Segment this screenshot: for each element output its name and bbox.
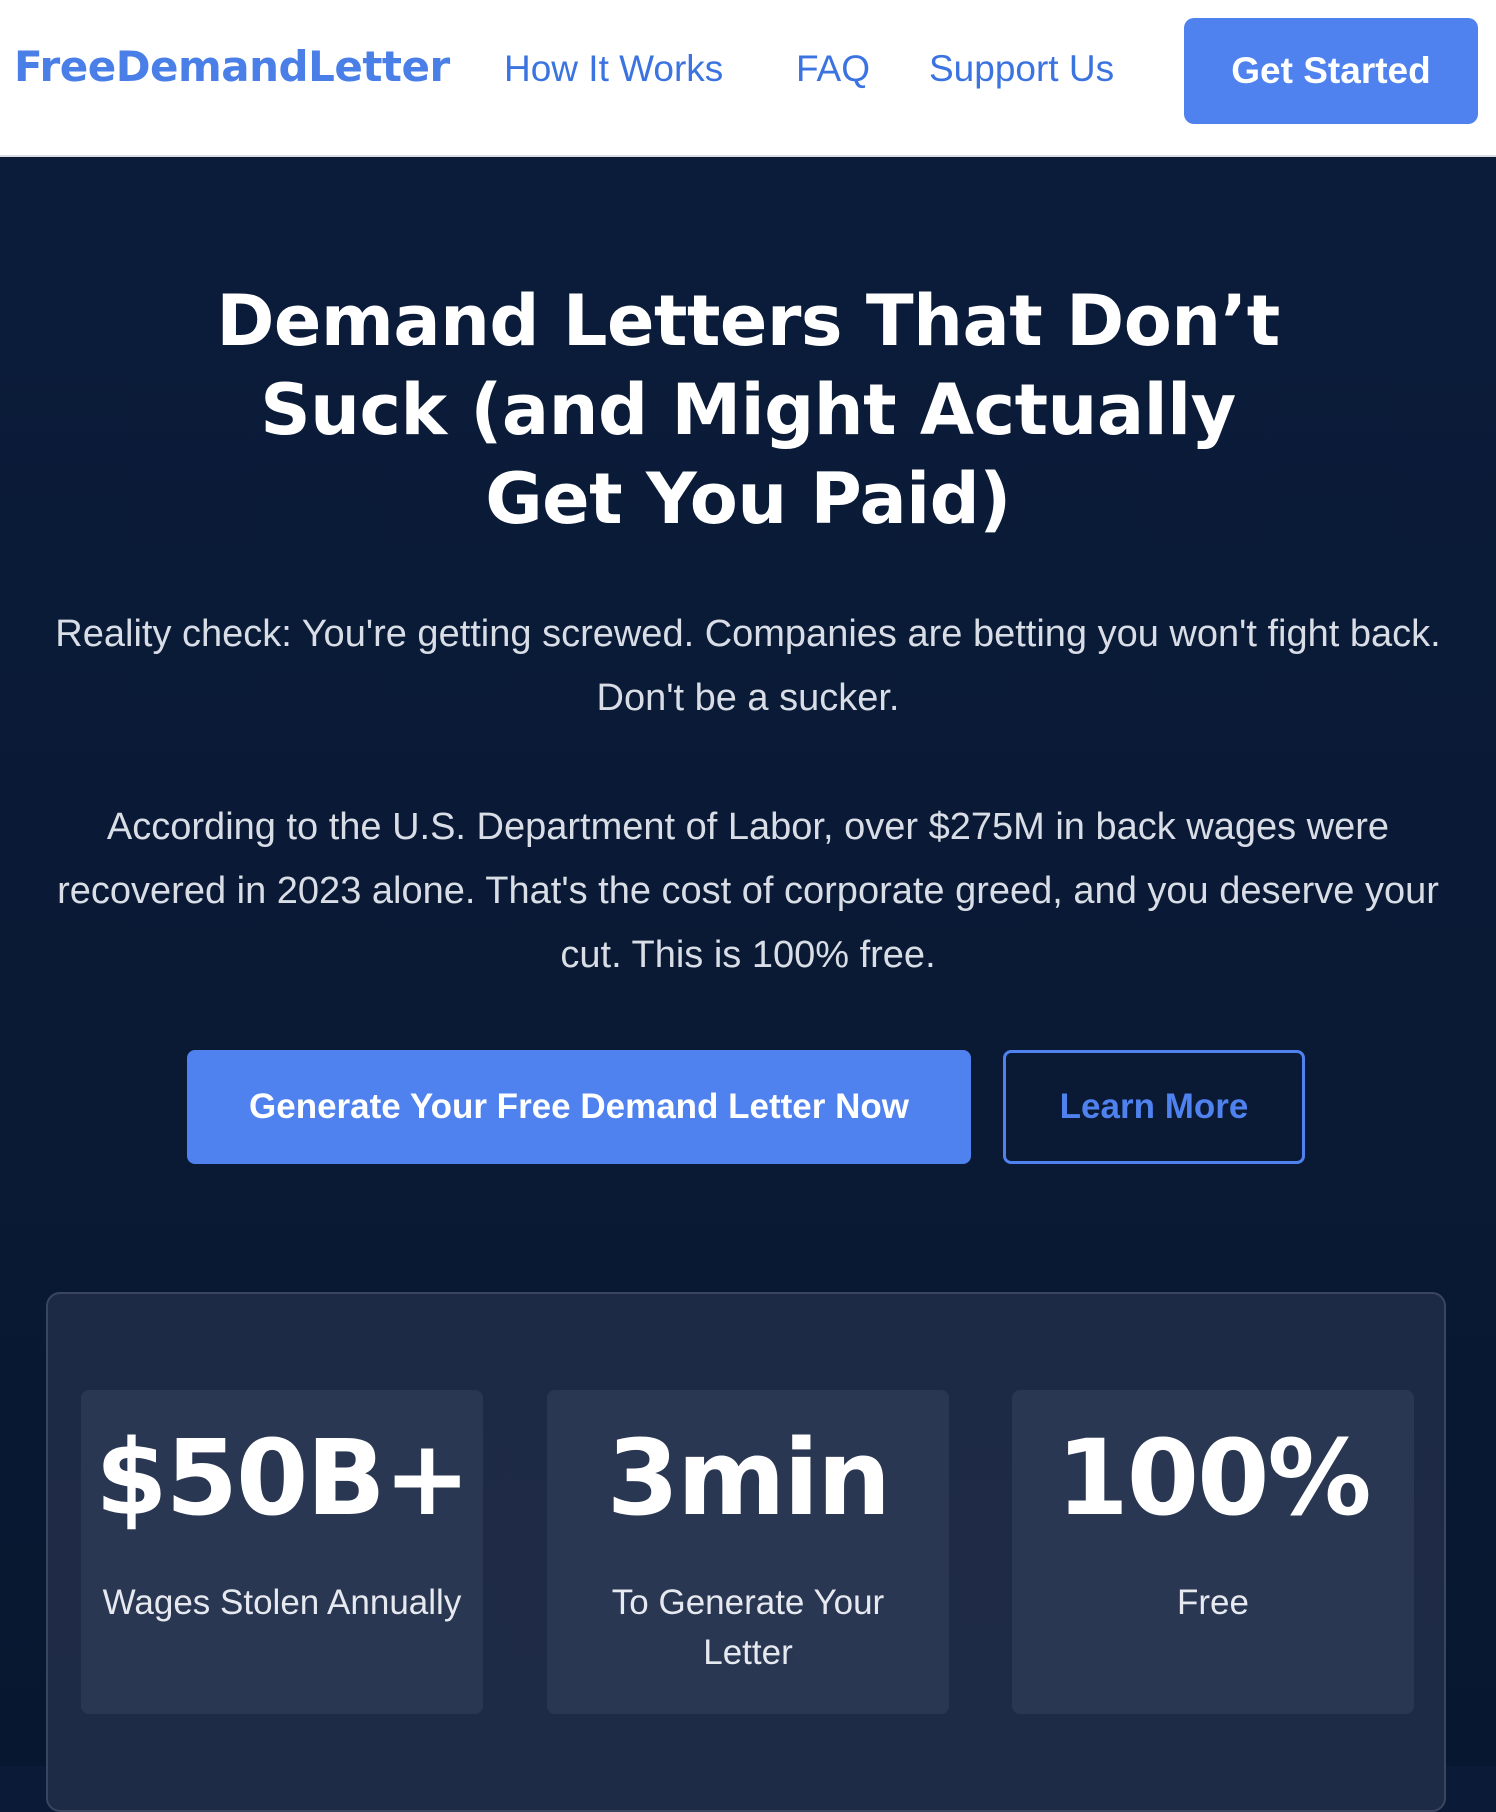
nav-how-it-works[interactable]: How It Works bbox=[504, 48, 723, 90]
nav-support-us[interactable]: Support Us bbox=[929, 48, 1114, 90]
learn-more-button[interactable]: Learn More bbox=[1003, 1050, 1305, 1164]
generate-letter-button[interactable]: Generate Your Free Demand Letter Now bbox=[187, 1050, 971, 1164]
hero-intro-text: Reality check: You're getting screwed. C… bbox=[55, 613, 1441, 719]
stat-card-free: 100% Free bbox=[1012, 1390, 1414, 1714]
stats-panel: $50B+ Wages Stolen Annually 3min To Gene… bbox=[46, 1292, 1446, 1812]
stat-value: 3min bbox=[606, 1417, 891, 1539]
site-header: FreeDemandLetter How It Works FAQ Suppor… bbox=[0, 0, 1496, 157]
stat-label: Wages Stolen Annually bbox=[102, 1583, 462, 1622]
hero-title: Demand Letters That Don’t Suck (and Migh… bbox=[216, 280, 1280, 540]
stat-card-wages: $50B+ Wages Stolen Annually bbox=[81, 1390, 483, 1714]
stat-label: To Generate Your Letter bbox=[611, 1583, 885, 1672]
stat-value: $50B+ bbox=[95, 1417, 471, 1539]
get-started-button[interactable]: Get Started bbox=[1184, 18, 1478, 124]
stat-value: 100% bbox=[1056, 1417, 1371, 1539]
hero-section: Demand Letters That Don’t Suck (and Migh… bbox=[0, 159, 1496, 1812]
stat-label: Free bbox=[1177, 1583, 1249, 1622]
nav-faq[interactable]: FAQ bbox=[796, 48, 870, 90]
hero-stats-text: According to the U.S. Department of Labo… bbox=[57, 806, 1439, 976]
logo[interactable]: FreeDemandLetter bbox=[14, 42, 450, 91]
stat-card-time: 3min To Generate Your Letter bbox=[547, 1390, 949, 1714]
